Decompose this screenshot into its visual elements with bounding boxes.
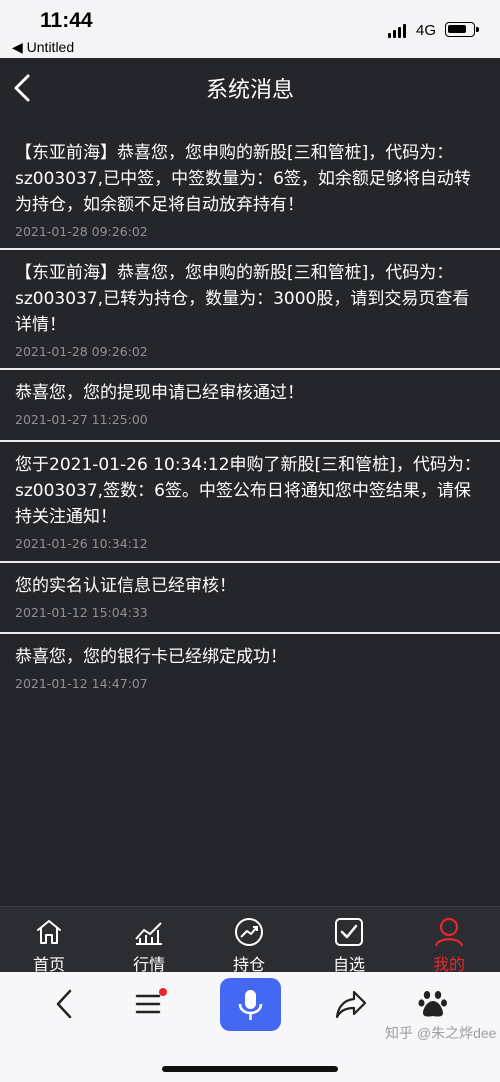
message-text: 【东亚前海】恭喜您，您申购的新股[三和管桩]，代码为：sz003037,已转为持…: [15, 263, 470, 335]
top-navigation: 系统消息: [0, 58, 500, 118]
browser-toolbar: 知乎 @朱之烨dee: [0, 972, 500, 1082]
message-time: 2021-01-12 15:04:33: [15, 605, 148, 620]
message-time: 2021-01-27 11:25:00: [15, 412, 148, 427]
watermark-text: 知乎 @朱之烨dee: [385, 1025, 497, 1041]
share-icon: [335, 990, 367, 1019]
page-title: 系统消息: [205, 78, 294, 103]
status-bar: 11:44 ◀ Untitled 4G: [0, 0, 500, 58]
tab-home[interactable]: 首页: [19, 907, 79, 974]
status-time: 11:44: [40, 9, 93, 32]
checkbox-icon: [335, 918, 363, 946]
back-to-app-link[interactable]: ◀ Untitled: [12, 39, 74, 56]
user-icon: [434, 917, 464, 947]
message-text: 恭喜您，您的银行卡已经绑定成功！: [15, 647, 287, 667]
bottom-tab-bar: 首页 行情 持仓 自选 我的: [0, 906, 500, 974]
menu-icon: [135, 988, 167, 1014]
browser-share-button[interactable]: [334, 988, 368, 1024]
message-time: 2021-01-28 09:26:02: [15, 224, 148, 239]
list-item[interactable]: 【东亚前海】恭喜您，您申购的新股[三和管桩]，代码为：sz003037,已中签，…: [0, 118, 500, 250]
home-icon: [37, 920, 61, 944]
list-item[interactable]: 您的实名认证信息已经审核！ 2021-01-12 15:04:33: [0, 563, 500, 634]
message-list: 【东亚前海】恭喜您，您申购的新股[三和管桩]，代码为：sz003037,已中签，…: [0, 118, 500, 714]
tab-positions[interactable]: 持仓: [219, 907, 279, 974]
list-item[interactable]: 您于2021-01-26 10:34:12申购了新股[三和管桩]，代码为：sz0…: [0, 442, 500, 563]
tab-watchlist[interactable]: 自选: [319, 907, 379, 974]
list-item[interactable]: 恭喜您，您的银行卡已经绑定成功！ 2021-01-12 14:47:07: [0, 634, 500, 714]
market-chart-icon: [135, 922, 162, 945]
microphone-icon: [238, 990, 263, 1020]
message-text: 恭喜您，您的提现申请已经审核通过！: [15, 383, 304, 403]
message-time: 2021-01-12 14:47:07: [15, 676, 148, 691]
message-text: 【东亚前海】恭喜您，您申购的新股[三和管桩]，代码为：sz003037,已中签，…: [15, 143, 471, 215]
trend-up-icon: [235, 918, 263, 946]
list-item[interactable]: 恭喜您，您的提现申请已经审核通过！ 2021-01-27 11:25:00: [0, 370, 500, 442]
voice-search-button[interactable]: [220, 978, 281, 1031]
message-time: 2021-01-28 09:26:02: [15, 344, 148, 359]
baidu-button[interactable]: [418, 988, 448, 1024]
battery-icon: [445, 22, 479, 37]
network-type: 4G: [416, 22, 437, 39]
browser-back-button[interactable]: [52, 986, 78, 1026]
message-text: 您于2021-01-26 10:34:12申购了新股[三和管桩]，代码为：sz0…: [15, 455, 481, 527]
browser-menu-button[interactable]: [134, 986, 170, 1026]
signal-icon: [388, 24, 410, 38]
message-text: 您的实名认证信息已经审核！: [15, 576, 236, 596]
home-indicator[interactable]: [162, 1066, 338, 1072]
tab-mine[interactable]: 我的: [419, 907, 479, 974]
list-item[interactable]: 【东亚前海】恭喜您，您申购的新股[三和管桩]，代码为：sz003037,已转为持…: [0, 250, 500, 370]
tab-market[interactable]: 行情: [119, 907, 179, 974]
message-time: 2021-01-26 10:34:12: [15, 536, 148, 551]
baidu-paw-icon: [418, 991, 447, 1017]
chevron-left-icon: [56, 989, 72, 1019]
